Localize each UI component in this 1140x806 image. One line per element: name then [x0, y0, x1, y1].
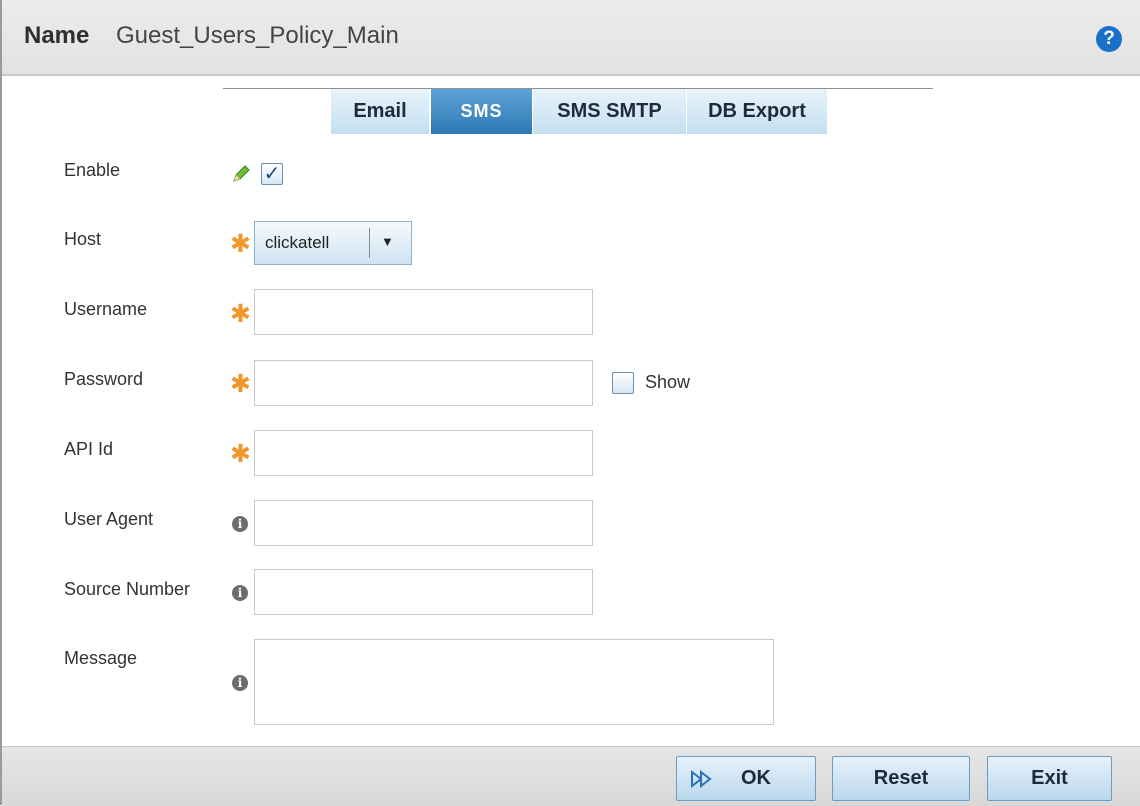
host-label: Host [64, 229, 102, 249]
enable-label: Enable [64, 160, 121, 180]
question-icon[interactable]: ? [1096, 26, 1122, 52]
info-icon[interactable]: i [232, 516, 248, 532]
source-number-label: Source Number [64, 579, 191, 599]
tab-sms[interactable]: SMS [431, 89, 533, 134]
api-id-label: API Id [64, 439, 114, 459]
host-select[interactable]: clickatell ▼ [254, 221, 412, 265]
chevron-down-icon: ▼ [381, 234, 394, 249]
select-divider [369, 228, 370, 258]
show-password-label: Show [645, 372, 691, 392]
username-input[interactable] [254, 289, 593, 335]
api-id-input[interactable] [254, 430, 593, 476]
password-label: Password [64, 369, 144, 389]
required-star-icon: ✱ [230, 230, 251, 258]
tab-email[interactable]: Email [331, 89, 430, 134]
ok-label: OK [741, 767, 771, 789]
message-textarea[interactable] [254, 639, 774, 725]
info-icon[interactable]: i [232, 585, 248, 601]
info-icon[interactable]: i [232, 675, 248, 691]
username-label: Username [64, 299, 148, 319]
user-agent-label: User Agent [64, 509, 154, 529]
ok-button[interactable]: OK [676, 756, 816, 801]
pencil-icon [233, 165, 250, 182]
name-label: Name [24, 22, 90, 49]
required-star-icon: ✱ [230, 440, 251, 468]
required-star-icon: ✱ [230, 370, 251, 398]
exit-button[interactable]: Exit [987, 756, 1112, 801]
header-bar: Name Guest_Users_Policy_Main ? [2, 0, 1140, 76]
password-input[interactable] [254, 360, 593, 406]
window-border [0, 0, 2, 805]
reset-button[interactable]: Reset [832, 756, 970, 801]
tab-sms-smtp[interactable]: SMS SMTP [533, 89, 687, 134]
message-label: Message [64, 648, 138, 668]
host-select-value: clickatell [265, 233, 330, 252]
source-number-input[interactable] [254, 569, 593, 615]
user-agent-input[interactable] [254, 500, 593, 546]
tab-db-export[interactable]: DB Export [687, 89, 828, 134]
show-password-checkbox[interactable] [612, 372, 634, 394]
enable-checkbox[interactable]: ✓ [261, 163, 283, 185]
policy-name: Guest_Users_Policy_Main [116, 22, 399, 49]
double-arrow-icon [691, 770, 712, 788]
required-star-icon: ✱ [230, 300, 251, 328]
